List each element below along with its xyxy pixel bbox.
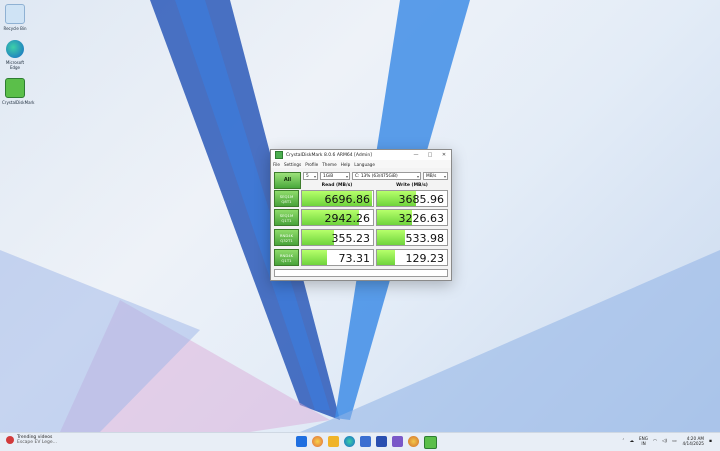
widget-subtitle: Escape EV Lege... [17,440,57,445]
menu-file[interactable]: File [273,162,280,167]
crystaldiskmark-window: CrystalDiskMark 8.0.6 ARM64 [Admin] — □ … [270,149,452,281]
unit-select[interactable]: MB/s ▾ [423,172,448,180]
clock-date: 4/14/2025 [682,441,704,446]
size-value: 1GiB [323,174,334,179]
chevron-down-icon: ▾ [443,174,446,179]
read-result-bar [302,250,327,265]
crystaldiskmark-icon [5,78,25,98]
write-result-cell: 533.98 [376,229,448,246]
edge-icon [6,40,24,58]
row-label-queue: Q1T1 [281,258,292,263]
drive-select[interactable]: C: 13% (63/475GiB) ▾ [352,172,421,180]
write-result-value: 129.23 [405,252,445,265]
read-result-bar [302,230,334,245]
chevron-down-icon: ▾ [313,174,316,179]
all-button[interactable]: All [274,172,301,189]
test-button-rnd4k-q32t1[interactable]: RND4K Q32T1 [274,229,299,246]
read-result-cell: 2942.26 [301,209,374,226]
test-button-rnd4k-q1t1[interactable]: RND4K Q1T1 [274,249,299,266]
write-result-cell: 3685.96 [376,190,448,207]
store-icon[interactable] [360,436,371,447]
write-result-value: 533.98 [405,232,445,245]
menu-help[interactable]: Help [341,162,351,167]
read-result-value: 73.31 [338,252,371,265]
menu-settings[interactable]: Settings [284,162,301,167]
settings-icon[interactable] [408,436,419,447]
wifi-icon[interactable]: ◠ [653,439,657,444]
read-result-cell: 6696.86 [301,190,374,207]
read-result-value: 6696.86 [324,193,371,206]
menu-theme[interactable]: Theme [322,162,336,167]
count-select[interactable]: 5 ▾ [303,172,318,180]
widget-icon [6,436,14,444]
language-region: IN [641,441,646,446]
desktop-icon-label: Recycle Bin [3,26,27,31]
clock[interactable]: 4:20 AM 4/14/2025 [676,436,703,446]
recycle-bin-icon [5,4,25,24]
copilot-icon[interactable] [312,436,323,447]
menu-language[interactable]: Language [354,162,375,167]
app-icon[interactable] [376,436,387,447]
file-explorer-icon[interactable] [328,436,339,447]
close-button[interactable]: ✕ [437,150,451,160]
row-label-queue: Q1T1 [281,218,292,223]
unit-value: MB/s [426,174,437,179]
desktop-icon-crystaldiskmark[interactable]: CrystalDiskMark [2,78,35,105]
read-result-value: 355.23 [331,232,371,245]
chevron-down-icon: ▾ [345,174,348,179]
taskbar-apps [296,436,442,449]
desktop-icon-label: Microsoft Edge [5,60,25,70]
write-result-cell: 129.23 [376,249,448,266]
title-bar[interactable]: CrystalDiskMark 8.0.6 ARM64 [Admin] — □ … [271,150,451,160]
desktop-icon-edge[interactable]: Microsoft Edge [2,40,28,70]
read-result-value: 2942.26 [324,212,371,225]
write-result-value: 3685.96 [398,193,445,206]
read-header: Read (MB/s) [321,183,353,188]
photos-icon[interactable] [392,436,403,447]
taskbar: Trending videos Escape EV Lege... ˄ ☁ EN… [0,432,720,451]
app-icon [275,151,283,159]
menu-profile[interactable]: Profile [305,162,318,167]
control-row: All 5 ▾ 1GiB ▾ C: 13% (63/475GiB) ▾ MB/s ▾ [274,172,448,189]
drive-value: C: 13% (63/475GiB) [355,174,398,179]
desktop-icon-recycle-bin[interactable]: Recycle Bin [2,4,28,31]
write-header: Write (MB/s) [396,183,428,188]
window-title: CrystalDiskMark 8.0.6 ARM64 [Admin] [286,152,372,158]
row-label-queue: Q8T1 [281,199,292,204]
chevron-up-icon[interactable]: ˄ [622,439,624,444]
row-label-queue: Q32T1 [280,238,293,243]
write-result-value: 3226.63 [398,212,445,225]
size-select[interactable]: 1GiB ▾ [320,172,350,180]
write-result-cell: 3226.63 [376,209,448,226]
comment-field[interactable] [274,269,448,277]
volume-icon[interactable]: ◁) [662,439,667,444]
read-result-cell: 73.31 [301,249,374,266]
crystaldiskmark-taskbar-icon[interactable] [424,436,437,449]
edge-icon[interactable] [344,436,355,447]
menu-bar: File Settings Profile Theme Help Languag… [271,160,451,168]
test-button-seq1m-q1t1[interactable]: SEQ1M Q1T1 [274,209,299,226]
notification-icon[interactable]: ▪ [709,439,712,444]
language-indicator[interactable]: ENG IN [639,436,648,446]
desktop-icon-label: CrystalDiskMark [2,100,35,105]
test-button-seq1m-q8t1[interactable]: SEQ1M Q8T1 [274,190,299,207]
count-value: 5 [306,174,309,179]
chevron-down-icon: ▾ [416,174,419,179]
start-icon[interactable] [296,436,307,447]
write-result-bar [377,230,405,245]
minimize-button[interactable]: — [409,150,423,160]
read-result-cell: 355.23 [301,229,374,246]
system-tray: ˄ ☁ ENG IN ◠ ◁) ▭ 4:20 AM 4/14/2025 ▪ [617,436,712,446]
news-widget[interactable]: Trending videos Escape EV Lege... [6,435,57,445]
cloud-icon[interactable]: ☁ [630,439,635,444]
write-result-bar [377,250,395,265]
maximize-button[interactable]: □ [423,150,437,160]
